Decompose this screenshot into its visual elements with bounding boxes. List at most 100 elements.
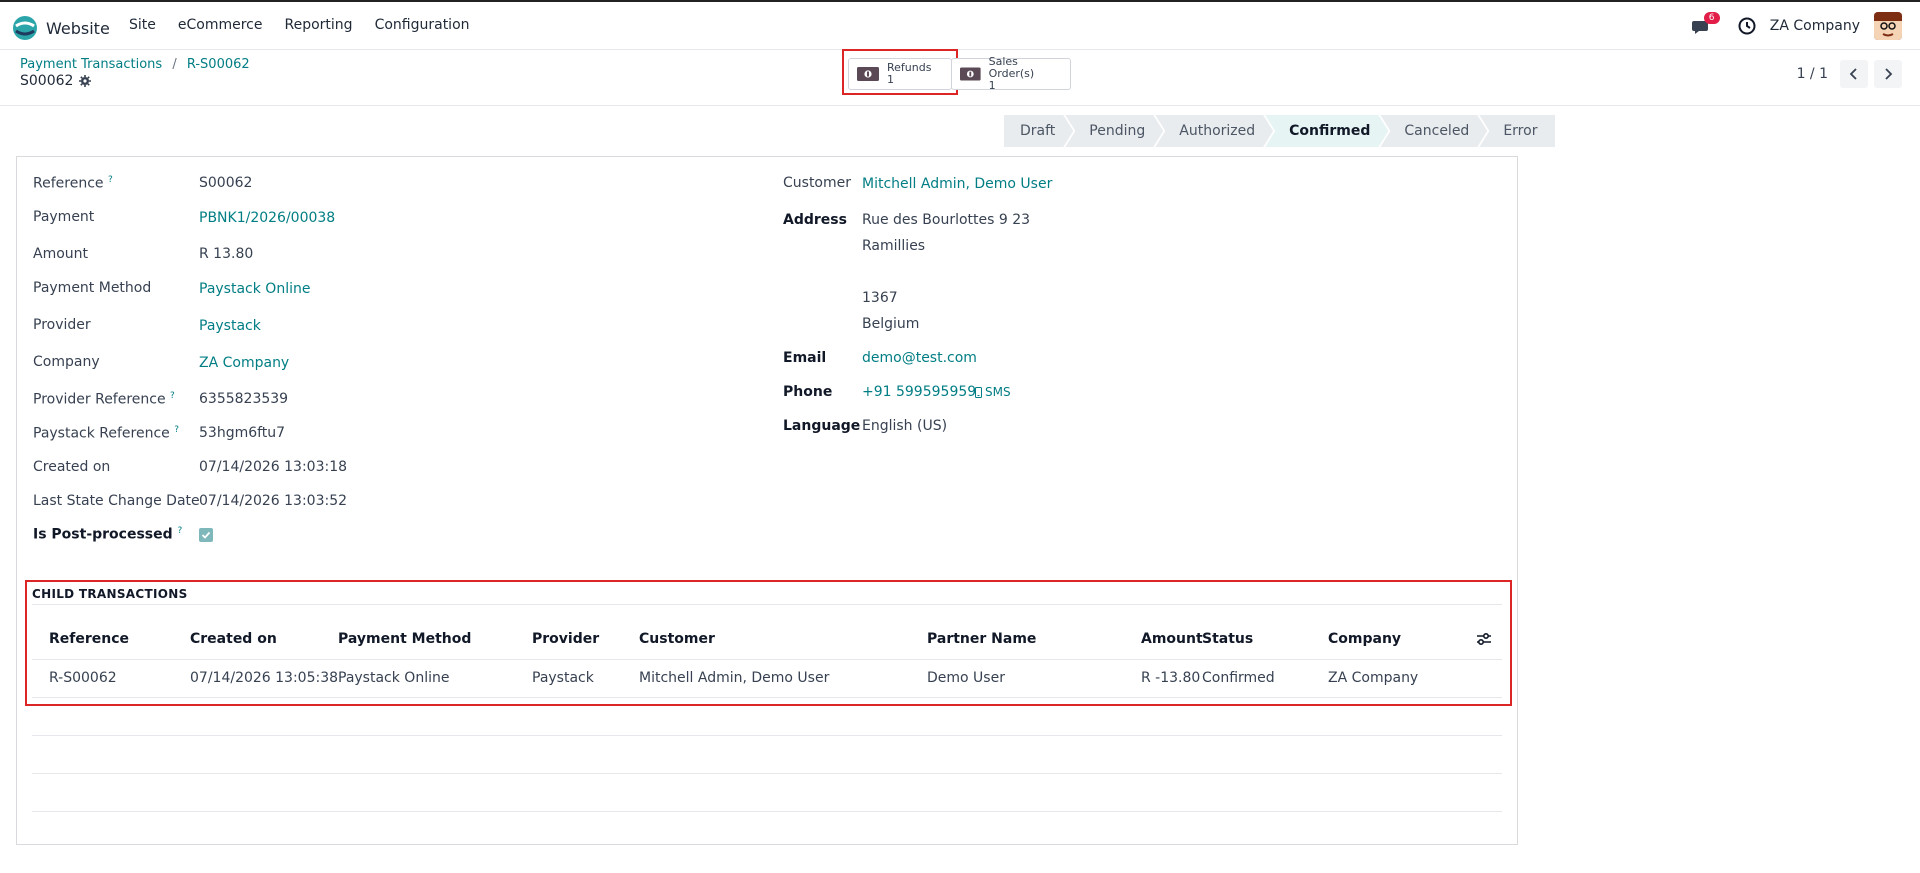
- divider: [32, 811, 1502, 812]
- post-processed-label: Is Post-processed ?: [33, 526, 183, 543]
- phone-link[interactable]: +91 599595959: [862, 384, 976, 400]
- column-header-payment-method[interactable]: Payment Method: [338, 631, 471, 647]
- address-zip: 1367: [862, 290, 898, 306]
- reference-label: Reference ?: [33, 175, 113, 192]
- column-header-company[interactable]: Company: [1328, 631, 1401, 647]
- status-bar: Draft Pending Authorized Confirmed Cance…: [1004, 115, 1556, 147]
- money-icon: [960, 67, 981, 81]
- record-title: S00062: [20, 73, 92, 89]
- column-header-amount[interactable]: Amount: [1141, 631, 1203, 647]
- optional-columns-toggle-icon[interactable]: [1476, 631, 1492, 647]
- top-navbar: Website Site eCommerce Reporting Configu…: [0, 0, 1920, 50]
- payment-method-link[interactable]: Paystack Online: [199, 281, 310, 297]
- activity-clock-icon[interactable]: [1738, 17, 1756, 35]
- provider-link[interactable]: Paystack: [199, 318, 261, 334]
- language-value: English (US): [862, 418, 948, 434]
- company-label: Company: [33, 354, 100, 370]
- help-tooltip-icon[interactable]: ?: [108, 175, 113, 185]
- provider-label: Provider: [33, 317, 91, 333]
- stage-canceled[interactable]: Canceled: [1380, 115, 1487, 147]
- payment-label: Payment: [33, 209, 95, 225]
- pager-value[interactable]: 1 / 1: [1797, 66, 1828, 82]
- messaging-button[interactable]: 6: [1691, 12, 1720, 38]
- chevron-right-icon: [1885, 68, 1893, 80]
- menu-configuration[interactable]: Configuration: [375, 17, 470, 33]
- gear-icon[interactable]: [79, 75, 92, 87]
- address-label: Address: [783, 212, 847, 228]
- divider: [32, 735, 1502, 736]
- stage-error[interactable]: Error: [1479, 115, 1556, 147]
- company-switcher[interactable]: ZA Company: [1770, 18, 1860, 34]
- chevron-left-icon: [1849, 68, 1857, 80]
- last-state-change-value: 07/14/2026 13:03:52: [199, 493, 348, 509]
- column-header-reference[interactable]: Reference: [49, 631, 129, 647]
- address-line-2: Ramillies: [862, 238, 926, 254]
- paystack-reference-value: 53hgm6ftu7: [199, 425, 286, 441]
- cell-amount: R -13.80: [1141, 670, 1201, 686]
- company-link[interactable]: ZA Company: [199, 355, 289, 371]
- cell-payment-method: Paystack Online: [338, 670, 450, 686]
- sales-orders-smart-button[interactable]: Sales Order(s) 1: [951, 55, 1071, 92]
- address-line-1: Rue des Bourlottes 9 23: [862, 212, 1031, 228]
- menu-reporting[interactable]: Reporting: [285, 17, 353, 33]
- stage-pending[interactable]: Pending: [1065, 115, 1163, 147]
- post-processed-checkbox[interactable]: [199, 528, 213, 542]
- cell-company: ZA Company: [1328, 670, 1419, 686]
- column-header-created-on[interactable]: Created on: [190, 631, 277, 647]
- pager-previous-button[interactable]: [1840, 60, 1868, 88]
- cell-provider: Paystack: [532, 670, 594, 686]
- app-name: Website: [46, 18, 110, 38]
- cell-reference: R-S00062: [49, 670, 117, 686]
- cell-partner-name: Demo User: [927, 670, 1005, 686]
- sms-label: SMS: [985, 385, 1011, 399]
- amount-label: Amount: [33, 246, 89, 262]
- last-state-change-label: Last State Change Date: [33, 493, 200, 509]
- customer-link[interactable]: Mitchell Admin, Demo User: [862, 176, 1052, 192]
- user-avatar[interactable]: [1874, 12, 1902, 40]
- mobile-phone-icon: [975, 386, 982, 398]
- divider: [32, 659, 1502, 660]
- help-tooltip-icon[interactable]: ?: [178, 526, 183, 536]
- language-label: Language: [783, 418, 861, 434]
- menu-ecommerce[interactable]: eCommerce: [178, 17, 263, 33]
- column-header-provider[interactable]: Provider: [532, 631, 599, 647]
- email-label: Email: [783, 350, 827, 366]
- stage-draft[interactable]: Draft: [1004, 115, 1073, 147]
- column-header-status[interactable]: Status: [1202, 631, 1253, 647]
- pager: 1 / 1: [1797, 60, 1902, 88]
- breadcrumb-parent-record[interactable]: R-S00062: [187, 57, 250, 72]
- menu-site[interactable]: Site: [129, 17, 156, 33]
- provider-reference-label: Provider Reference ?: [33, 391, 175, 408]
- stage-authorized[interactable]: Authorized: [1155, 115, 1273, 147]
- child-transactions-title: CHILD TRANSACTIONS: [32, 587, 188, 601]
- app-brand[interactable]: Website: [12, 15, 110, 41]
- reference-value: S00062: [199, 175, 253, 191]
- column-header-customer[interactable]: Customer: [639, 631, 715, 647]
- breadcrumb-payment-transactions[interactable]: Payment Transactions: [20, 57, 162, 72]
- payment-method-label: Payment Method: [33, 280, 152, 296]
- control-panel: Payment Transactions / R-S00062 S00062 R…: [0, 49, 1920, 106]
- main-menu: Site eCommerce Reporting Configuration: [129, 17, 470, 33]
- payment-link[interactable]: PBNK1/2026/00038: [199, 210, 335, 226]
- divider: [32, 604, 1502, 605]
- systray: 6 ZA Company: [1691, 12, 1902, 40]
- record-name: S00062: [20, 73, 74, 89]
- column-header-partner-name[interactable]: Partner Name: [927, 631, 1036, 647]
- refunds-highlight-box: [842, 49, 958, 95]
- email-link[interactable]: demo@test.com: [862, 350, 977, 366]
- created-on-label: Created on: [33, 459, 111, 475]
- provider-reference-value: 6355823539: [199, 391, 289, 407]
- website-app-icon: [13, 16, 37, 40]
- cell-status: Confirmed: [1202, 670, 1275, 686]
- paystack-reference-label: Paystack Reference ?: [33, 425, 180, 442]
- help-tooltip-icon[interactable]: ?: [170, 391, 175, 401]
- divider: [32, 697, 1502, 698]
- sms-button[interactable]: SMS: [975, 385, 1011, 399]
- check-icon: [201, 531, 211, 539]
- pager-next-button[interactable]: [1874, 60, 1902, 88]
- stage-confirmed[interactable]: Confirmed: [1265, 115, 1388, 147]
- help-tooltip-icon[interactable]: ?: [174, 425, 179, 435]
- sales-orders-count: 1: [988, 79, 996, 92]
- sales-orders-label: Sales Order(s): [988, 55, 1035, 80]
- cell-created-on: 07/14/2026 13:05:38: [190, 670, 339, 686]
